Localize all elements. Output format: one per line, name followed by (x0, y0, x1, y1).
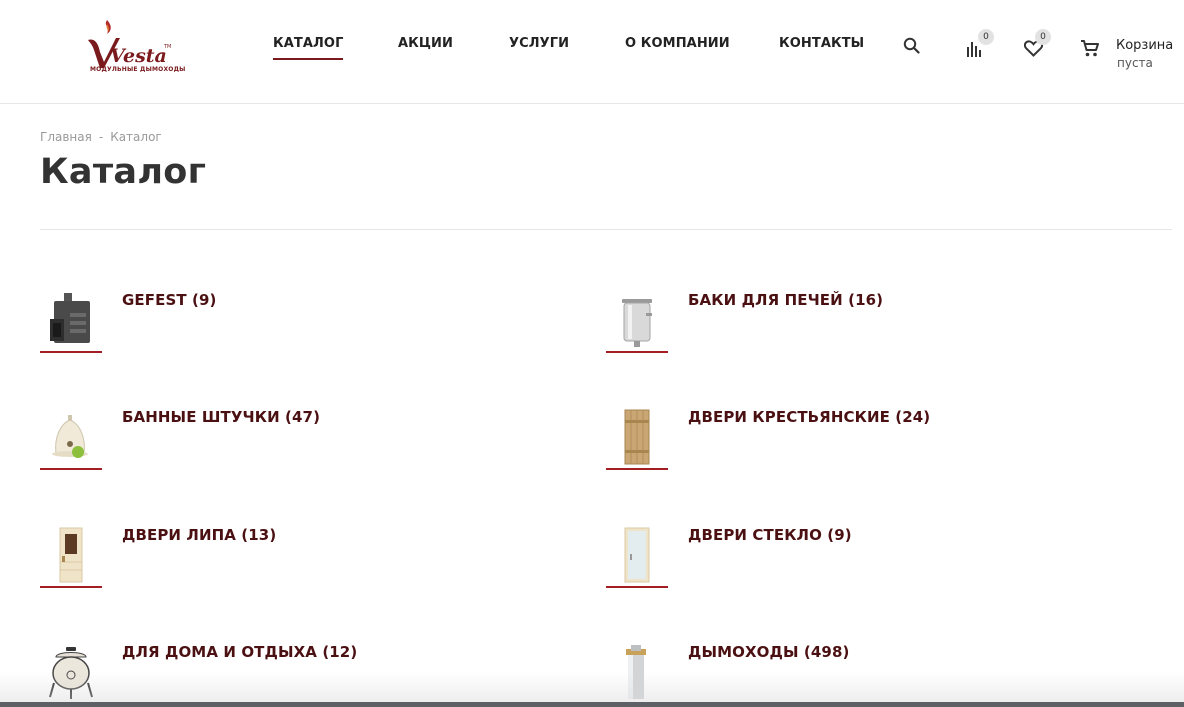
catalog-item: GEFEST (9) (40, 291, 540, 371)
water-tank-icon (622, 299, 652, 347)
catalog-item: ДВЕРИ СТЕКЛО (9) (606, 526, 1106, 606)
catalog-item: БАКИ ДЛЯ ПЕЧЕЙ (16) (606, 291, 1106, 371)
catalog-thumb[interactable] (40, 643, 102, 705)
catalog-item-title[interactable]: БАКИ ДЛЯ ПЕЧЕЙ (16) (688, 291, 883, 309)
glass-door-icon (624, 527, 650, 583)
site-header: Vesta TM МОДУЛЬНЫЕ ДЫМОХОДЫ КАТАЛОГ АКЦИ… (0, 0, 1184, 104)
catalog-thumb[interactable] (40, 408, 102, 470)
tandoor-icon (49, 647, 93, 699)
breadcrumb: Главная - Каталог (40, 130, 162, 144)
compare-count-badge: 0 (978, 29, 994, 45)
chimney-pipe-icon (626, 645, 646, 699)
page-title: Каталог (40, 152, 207, 192)
catalog-item-title[interactable]: ДВЕРИ КРЕСТЬЯНСКИЕ (24) (688, 408, 930, 426)
bottom-bar (0, 702, 1184, 707)
title-divider (40, 229, 1172, 230)
catalog-item-title[interactable]: GEFEST (9) (122, 291, 216, 309)
catalog-thumb[interactable] (606, 291, 668, 353)
stove-icon (50, 293, 90, 343)
nav-services[interactable]: УСЛУГИ (509, 36, 569, 51)
breadcrumb-home[interactable]: Главная (40, 130, 92, 144)
nav-promotions[interactable]: АКЦИИ (398, 36, 453, 51)
catalog-item: ДЛЯ ДОМА И ОТДЫХА (12) (40, 643, 540, 707)
breadcrumb-separator: - (98, 130, 104, 144)
catalog-item: ДВЕРИ ЛИПА (13) (40, 526, 540, 606)
svg-text:TM: TM (163, 44, 171, 50)
catalog-thumb[interactable] (40, 526, 102, 588)
catalog-thumb[interactable] (606, 408, 668, 470)
cart-status: пуста (1117, 56, 1153, 70)
logo-wordmark: Vesta (110, 45, 167, 67)
nav-about[interactable]: О КОМПАНИИ (625, 36, 730, 51)
breadcrumb-current: Каталог (110, 130, 162, 144)
catalog-item: ДЫМОХОДЫ (498) (606, 643, 1106, 707)
catalog-thumb[interactable] (40, 291, 102, 353)
cart-label[interactable]: Корзина (1116, 38, 1173, 53)
catalog-item-title[interactable]: ДВЕРИ ЛИПА (13) (122, 526, 276, 544)
linden-door-icon (59, 527, 83, 583)
nav-contacts[interactable]: КОНТАКТЫ (779, 36, 864, 51)
catalog-item-title[interactable]: ДЛЯ ДОМА И ОТДЫХА (12) (122, 643, 357, 661)
catalog-item: БАННЫЕ ШТУЧКИ (47) (40, 408, 540, 488)
favorites-count-badge: 0 (1035, 29, 1051, 45)
catalog-thumb[interactable] (606, 526, 668, 588)
catalog-thumb[interactable] (606, 643, 668, 705)
catalog-item: ДВЕРИ КРЕСТЬЯНСКИЕ (24) (606, 408, 1106, 488)
search-icon[interactable] (903, 37, 920, 54)
catalog-item-title[interactable]: ДЫМОХОДЫ (498) (688, 643, 849, 661)
sauna-hat-icon (52, 415, 88, 458)
catalog-item-title[interactable]: БАННЫЕ ШТУЧКИ (47) (122, 408, 320, 426)
nav-catalog[interactable]: КАТАЛОГ (273, 36, 344, 60)
logo-tagline: МОДУЛЬНЫЕ ДЫМОХОДЫ (90, 66, 186, 73)
catalog-item-title[interactable]: ДВЕРИ СТЕКЛО (9) (688, 526, 852, 544)
cart-icon[interactable] (1080, 39, 1100, 58)
wooden-door-icon (624, 409, 650, 465)
